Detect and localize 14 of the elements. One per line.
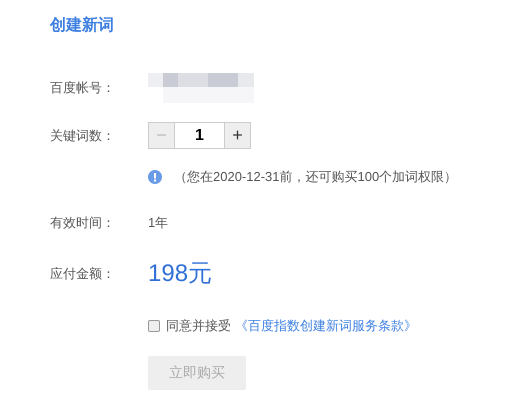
field-label: 有效时间： xyxy=(50,214,116,232)
agreement-text: 同意并接受 xyxy=(166,317,231,335)
terms-link[interactable]: 《百度指数创建新词服务条款》 xyxy=(235,316,417,336)
validity-value: 1年 xyxy=(148,214,168,232)
increment-button[interactable]: + xyxy=(224,122,251,149)
field-label: 关键词数： xyxy=(50,126,116,145)
info-icon xyxy=(148,170,162,184)
amount-value: 198元 xyxy=(148,259,212,289)
page-title: 创建新词 xyxy=(50,15,115,36)
field-label: 百度帐号： xyxy=(50,79,116,98)
agree-checkbox[interactable] xyxy=(148,320,160,332)
field-label: 应付金额： xyxy=(50,265,116,284)
keyword-count-field[interactable]: 1 xyxy=(175,122,224,149)
purchase-notice: （您在2020-12-31前，还可购买100个加词权限） xyxy=(174,168,458,186)
